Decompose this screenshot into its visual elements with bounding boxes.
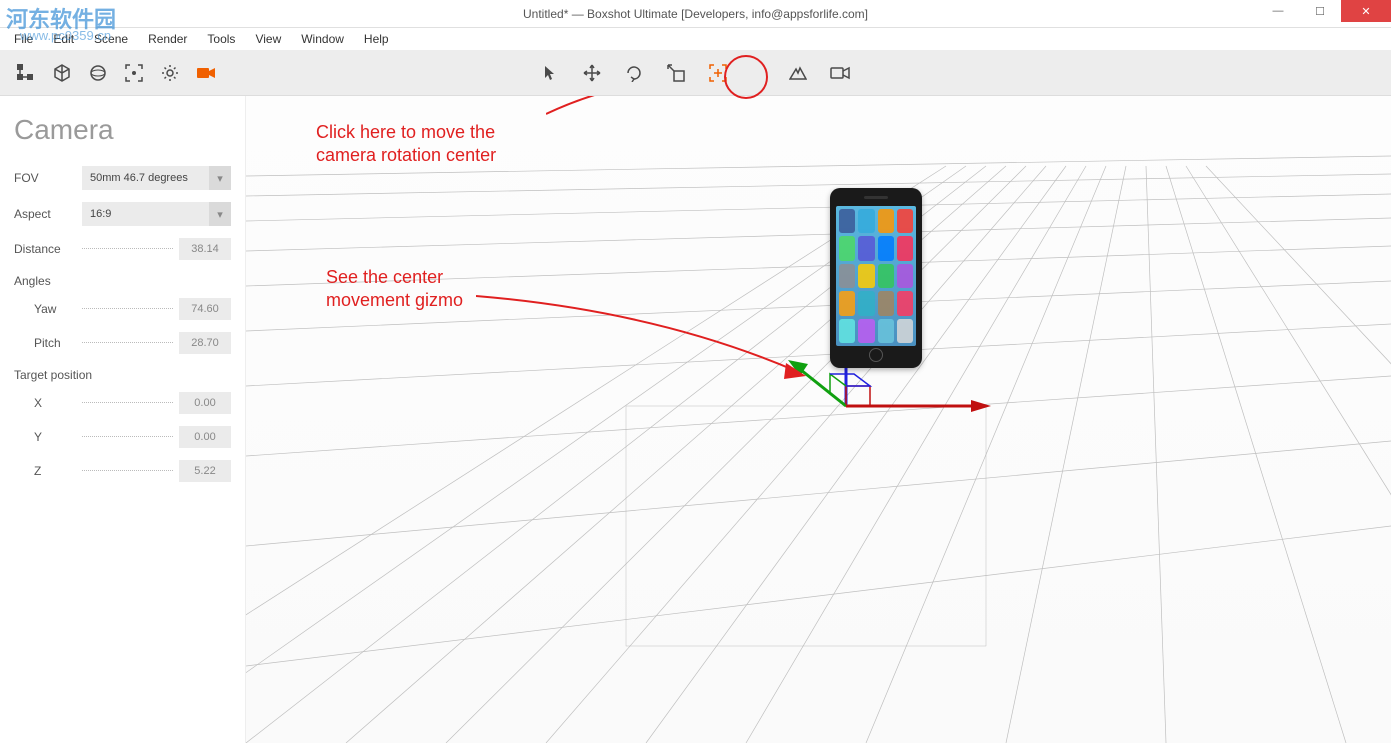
window-title: Untitled* — Boxshot Ultimate [Developers… <box>523 7 868 21</box>
yaw-label: Yaw <box>14 302 82 316</box>
chevron-down-icon: ▾ <box>209 202 231 226</box>
x-value[interactable]: 0.00 <box>179 392 231 414</box>
snapshot-icon[interactable] <box>828 61 852 85</box>
pitch-label: Pitch <box>14 336 82 350</box>
z-label: Z <box>14 464 82 478</box>
object-icon[interactable] <box>50 61 74 85</box>
panel-title: Camera <box>14 114 231 146</box>
minimize-button[interactable]: — <box>1257 0 1299 22</box>
title-bar: Untitled* — Boxshot Ultimate [Developers… <box>0 0 1391 28</box>
scale-tool-icon[interactable] <box>664 61 688 85</box>
menu-window[interactable]: Window <box>291 30 354 48</box>
rotate-tool-icon[interactable] <box>622 61 646 85</box>
camera-panel: Camera FOV 50mm 46.7 degrees ▾ Aspect 16… <box>0 96 246 743</box>
phone-mockup <box>830 188 922 368</box>
menu-view[interactable]: View <box>245 30 291 48</box>
menu-tools[interactable]: Tools <box>197 30 245 48</box>
viewport-grid <box>246 96 1391 743</box>
aspect-label: Aspect <box>14 207 82 221</box>
move-tool-icon[interactable] <box>580 61 604 85</box>
toolbar <box>0 50 1391 96</box>
angles-label: Angles <box>14 274 231 288</box>
fit-view-icon[interactable] <box>122 61 146 85</box>
viewport-3d[interactable]: Click here to move the camera rotation c… <box>246 96 1391 743</box>
y-label: Y <box>14 430 82 444</box>
x-label: X <box>14 396 82 410</box>
window-controls: — ☐ ✕ <box>1257 0 1391 22</box>
scene-tree-icon[interactable] <box>14 61 38 85</box>
camera-center-tool-icon[interactable] <box>706 61 730 85</box>
menu-render[interactable]: Render <box>138 30 197 48</box>
camera-icon[interactable] <box>194 61 218 85</box>
annotation-2: See the center movement gizmo <box>326 266 463 313</box>
yaw-value[interactable]: 74.60 <box>179 298 231 320</box>
target-position-label: Target position <box>14 368 231 382</box>
watermark-url: www.pc0359.cn <box>20 28 111 43</box>
maximize-button[interactable]: ☐ <box>1299 0 1341 22</box>
menu-bar: File Edit Scene Render Tools View Window… <box>0 28 1391 50</box>
close-button[interactable]: ✕ <box>1341 0 1391 22</box>
render-icon[interactable] <box>786 61 810 85</box>
environment-icon[interactable] <box>86 61 110 85</box>
pitch-value[interactable]: 28.70 <box>179 332 231 354</box>
distance-value[interactable]: 38.14 <box>179 238 231 260</box>
fov-label: FOV <box>14 171 82 185</box>
menu-help[interactable]: Help <box>354 30 399 48</box>
settings-icon[interactable] <box>158 61 182 85</box>
z-value[interactable]: 5.22 <box>179 460 231 482</box>
annotation-1: Click here to move the camera rotation c… <box>316 121 496 168</box>
chevron-down-icon: ▾ <box>209 166 231 190</box>
fov-select[interactable]: 50mm 46.7 degrees ▾ <box>82 166 231 190</box>
y-value[interactable]: 0.00 <box>179 426 231 448</box>
distance-label: Distance <box>14 242 82 256</box>
aspect-select[interactable]: 16:9 ▾ <box>82 202 231 226</box>
select-tool-icon[interactable] <box>538 61 562 85</box>
